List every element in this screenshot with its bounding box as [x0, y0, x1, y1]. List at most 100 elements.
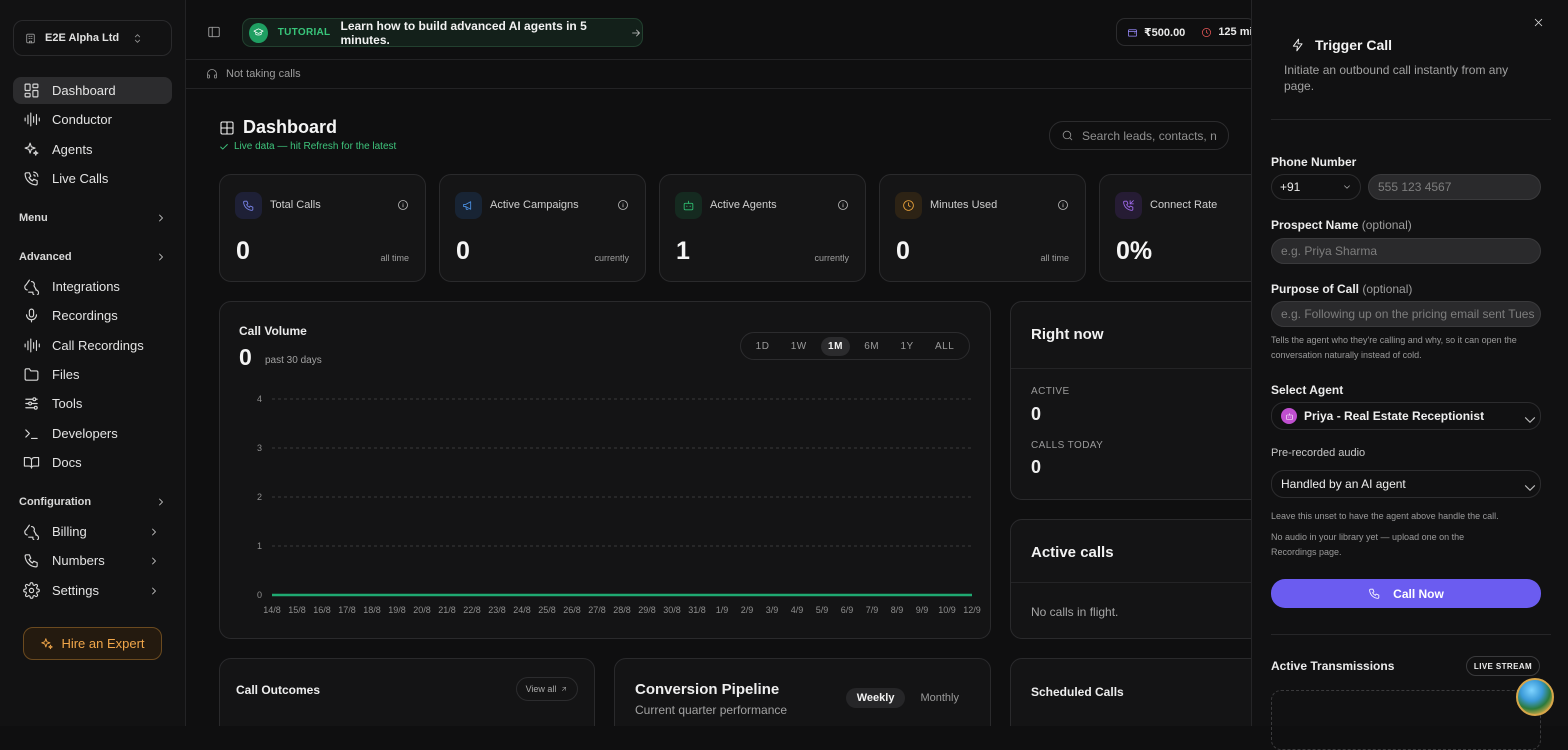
sidebar-toggle-icon[interactable]	[207, 25, 221, 39]
x-tick-label: 21/8	[438, 605, 456, 615]
sidebar-item-agents[interactable]: Agents	[13, 136, 172, 163]
phone-icon	[235, 192, 262, 219]
search-icon	[1061, 129, 1074, 142]
range-1y[interactable]: 1Y	[893, 337, 920, 356]
x-tick-label: 30/8	[663, 605, 681, 615]
range-all[interactable]: ALL	[928, 337, 961, 356]
section-menu[interactable]: Menu	[19, 212, 167, 224]
phone-number-input[interactable]: 555 123 4567	[1368, 174, 1541, 200]
purpose-placeholder: e.g. Following up on the pricing email s…	[1281, 307, 1535, 321]
sidebar-item-files[interactable]: Files	[13, 361, 172, 388]
dashboard-icon	[23, 82, 40, 99]
wallet-balance[interactable]: ₹500.00 125 mi	[1116, 18, 1256, 46]
active-calls-title: Active calls	[1031, 544, 1114, 561]
search-input[interactable]: Search leads, contacts, n	[1049, 121, 1229, 150]
tutorial-banner[interactable]: TUTORIAL Learn how to build advanced AI …	[242, 18, 643, 47]
view-all-button[interactable]: View all	[516, 677, 578, 701]
x-tick-label: 8/9	[891, 605, 904, 615]
sidebar-item-docs[interactable]: Docs	[13, 449, 172, 476]
divider	[1271, 634, 1551, 635]
info-icon[interactable]	[837, 199, 849, 211]
info-icon[interactable]	[397, 199, 409, 211]
sidebar-item-numbers[interactable]: Numbers	[13, 547, 172, 574]
x-tick-label: 3/9	[766, 605, 779, 615]
info-icon[interactable]	[617, 199, 629, 211]
country-code-select[interactable]: +91	[1271, 174, 1361, 200]
sidebar-item-integrations[interactable]: Integrations	[13, 273, 172, 300]
x-tick-label: 2/9	[741, 605, 754, 615]
weekly-tab[interactable]: Weekly	[845, 688, 906, 708]
sidebar-item-conductor[interactable]: Conductor	[13, 106, 172, 133]
x-tick-label: 15/8	[288, 605, 306, 615]
phone-placeholder: 555 123 4567	[1378, 180, 1452, 194]
call-status-bar: Not taking calls	[186, 60, 1251, 89]
sidebar-item-call-recordings[interactable]: Call Recordings	[13, 332, 172, 359]
chevron-down-icon	[1342, 182, 1352, 192]
chevron-right-icon	[155, 212, 167, 224]
purpose-input[interactable]: e.g. Following up on the pricing email s…	[1271, 301, 1541, 327]
drawer-description: Initiate an outbound call instantly from…	[1284, 63, 1509, 93]
prospect-placeholder: e.g. Priya Sharma	[1281, 244, 1378, 258]
hire-expert-label: Hire an Expert	[61, 636, 145, 651]
webhook-icon	[23, 278, 40, 295]
purpose-label: Purpose of Call (optional)	[1271, 282, 1412, 296]
monthly-tab[interactable]: Monthly	[909, 688, 970, 708]
user-avatar[interactable]	[1516, 678, 1554, 716]
trigger-call-drawer: Trigger Call Initiate an outbound call i…	[1251, 0, 1568, 750]
audio-label: Pre-recorded audio	[1271, 447, 1366, 459]
bot-icon	[675, 192, 702, 219]
hire-expert-button[interactable]: Hire an Expert	[23, 627, 162, 660]
pipeline-subtitle: Current quarter performance	[635, 703, 788, 717]
sidebar-item-label: Billing	[52, 524, 87, 539]
range-1w[interactable]: 1W	[784, 337, 814, 356]
page-title-text: Dashboard	[243, 117, 338, 137]
sidebar-item-tools[interactable]: Tools	[13, 390, 172, 417]
chevron-down-icon	[1521, 411, 1536, 423]
sliders-icon	[23, 395, 40, 412]
x-tick-label: 27/8	[588, 605, 606, 615]
kpi-value: 1	[676, 237, 690, 265]
y-tick-label: 3	[257, 443, 262, 453]
drawer-title: Trigger Call	[1291, 37, 1392, 53]
sidebar-item-label: Conductor	[52, 112, 112, 127]
kpi-value: 0	[236, 237, 250, 265]
range-1d[interactable]: 1D	[749, 337, 777, 356]
sidebar-item-label: Agents	[52, 142, 93, 157]
x-tick-label: 7/9	[866, 605, 879, 615]
x-tick-label: 20/8	[413, 605, 431, 615]
building-icon	[24, 32, 37, 45]
arrow-right-icon	[630, 27, 642, 39]
range-1m[interactable]: 1M	[821, 336, 850, 356]
sidebar-item-settings[interactable]: Settings	[13, 577, 172, 604]
agent-select[interactable]: Priya - Real Estate Receptionist	[1271, 402, 1541, 430]
clock-icon	[1201, 27, 1212, 38]
org-switcher[interactable]: E2E Alpha Ltd	[13, 20, 172, 56]
sidebar-item-developers[interactable]: Developers	[13, 420, 172, 447]
section-configuration[interactable]: Configuration	[19, 496, 167, 508]
optional-tag: (optional)	[1361, 218, 1412, 232]
audio-value: Handled by an AI agent	[1281, 477, 1406, 491]
kpi-sub: currently	[814, 253, 849, 263]
sidebar-item-label: Tools	[52, 396, 83, 411]
section-advanced[interactable]: Advanced	[19, 251, 167, 263]
sidebar-item-recordings[interactable]: Recordings	[13, 302, 172, 329]
clock-icon	[895, 192, 922, 219]
close-icon[interactable]	[1532, 16, 1545, 29]
headphones-icon	[206, 68, 218, 80]
sidebar-item-label: Call Recordings	[52, 338, 144, 353]
range-6m[interactable]: 6M	[857, 337, 886, 356]
sidebar-item-label: Developers	[52, 426, 118, 441]
prospect-name-input[interactable]: e.g. Priya Sharma	[1271, 238, 1541, 264]
sidebar-item-billing[interactable]: Billing	[13, 518, 172, 545]
prospect-label-text: Prospect Name	[1271, 218, 1359, 232]
audio-select[interactable]: Handled by an AI agent	[1271, 470, 1541, 498]
sidebar-item-dashboard[interactable]: Dashboard	[13, 77, 172, 104]
page-title: Dashboard	[219, 117, 337, 138]
chevron-down-icon	[1521, 479, 1536, 491]
sparkles-icon	[40, 637, 54, 651]
info-icon[interactable]	[1057, 199, 1069, 211]
call-now-button[interactable]: Call Now	[1271, 579, 1541, 608]
kpi-label: Active Campaigns	[490, 199, 579, 211]
sidebar-item-live-calls[interactable]: Live Calls	[13, 165, 172, 192]
phone-wave-icon	[23, 170, 40, 187]
